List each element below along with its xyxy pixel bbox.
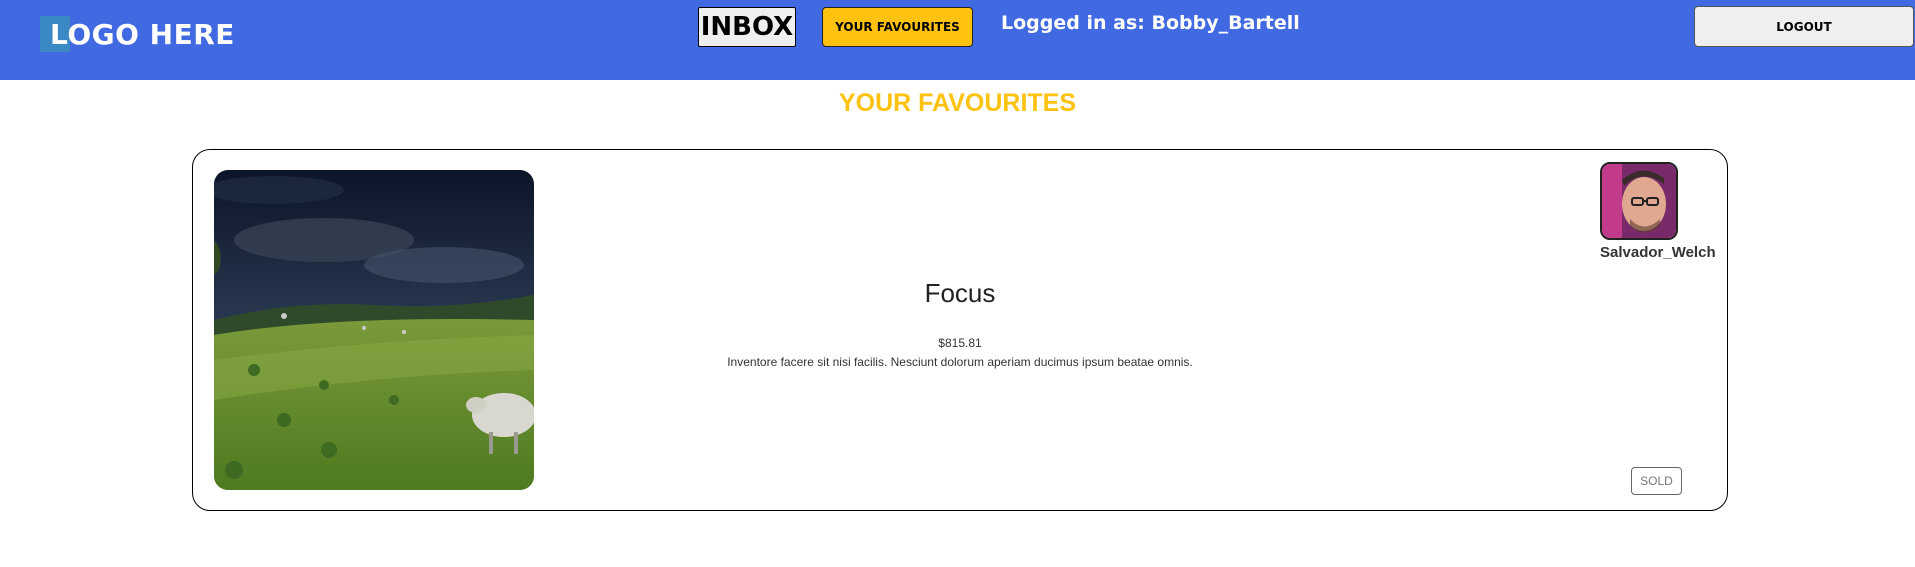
favourite-item-card[interactable]: Focus $815.81 Inventore facere sit nisi … — [192, 149, 1728, 511]
inbox-button[interactable]: INBOX — [698, 7, 796, 47]
logout-button[interactable]: LOGOUT — [1694, 6, 1914, 47]
logged-in-status: Logged in as: Bobby_Bartell — [1001, 12, 1300, 34]
page-title: YOUR FAVOURITES — [838, 89, 1077, 117]
item-title: Focus — [924, 278, 996, 308]
item-price: $815.81 — [938, 336, 982, 350]
seller-name[interactable]: Salvador_Welch — [1600, 244, 1716, 261]
item-description: Inventore facere sit nisi facilis. Nesci… — [727, 355, 1193, 369]
logo[interactable]: LOGO HERE — [40, 16, 234, 52]
logo-text: LOGO HERE — [50, 17, 235, 51]
top-navbar: LOGO HERE INBOX YOUR FAVOURITES Logged i… — [0, 0, 1915, 80]
your-favourites-button[interactable]: YOUR FAVOURITES — [822, 7, 973, 47]
seller-avatar[interactable] — [1600, 162, 1678, 240]
item-image[interactable] — [214, 170, 534, 490]
sold-status-badge: SOLD — [1631, 467, 1682, 495]
